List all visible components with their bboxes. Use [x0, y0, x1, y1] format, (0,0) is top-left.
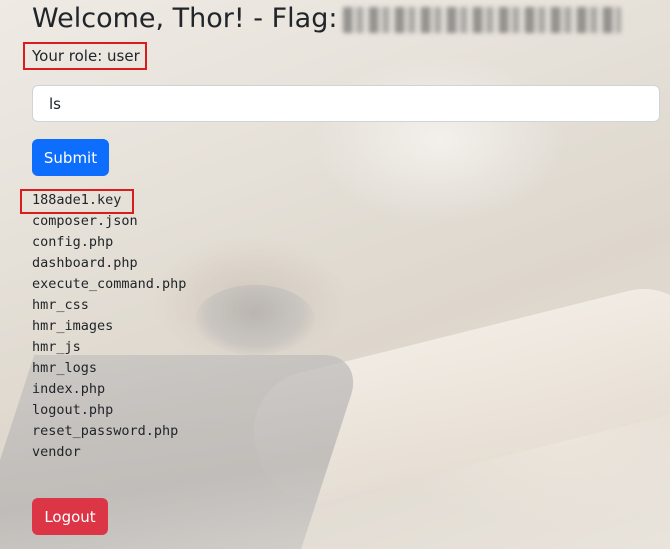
file-item: reset_password.php — [32, 423, 179, 439]
file-item: hmr_css — [32, 297, 89, 313]
command-input[interactable] — [32, 85, 660, 122]
welcome-text: Welcome, Thor! - Flag: — [32, 3, 338, 34]
file-item: logout.php — [32, 402, 114, 418]
flag-value-redacted — [343, 6, 622, 33]
file-item: vendor — [32, 444, 81, 460]
file-item: hmr_logs — [32, 360, 98, 376]
command-output-list: 188ade1.key composer.json config.php das… — [32, 190, 186, 463]
file-item: composer.json — [32, 213, 138, 229]
role-label: Your role: user — [32, 47, 140, 65]
file-item: index.php — [32, 381, 106, 397]
file-item: execute_command.php — [32, 276, 187, 292]
page-title: Welcome, Thor! - Flag: — [32, 2, 622, 36]
file-item: hmr_images — [32, 318, 114, 334]
submit-button[interactable]: Submit — [32, 139, 109, 176]
file-item: 188ade1.key — [32, 192, 122, 208]
logout-button[interactable]: Logout — [32, 498, 108, 535]
file-item: config.php — [32, 234, 114, 250]
file-item: dashboard.php — [32, 255, 138, 271]
file-item: hmr_js — [32, 339, 81, 355]
